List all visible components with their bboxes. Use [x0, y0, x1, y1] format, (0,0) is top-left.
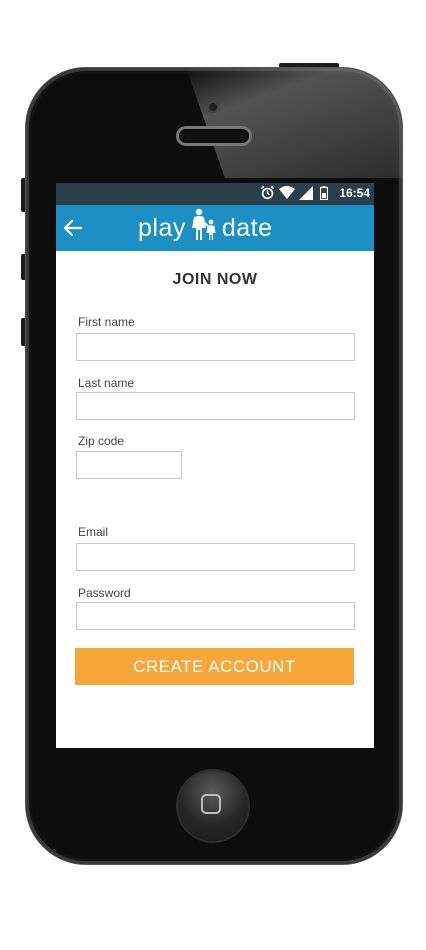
home-button[interactable]	[178, 771, 248, 841]
wifi-icon	[279, 185, 295, 203]
email-field[interactable]	[76, 543, 355, 571]
app-screen: 16:54 play date JOIN NOW First name Last…	[56, 183, 374, 748]
alarm-icon	[260, 185, 275, 203]
zip-code-field[interactable]	[76, 451, 182, 479]
home-square-icon	[201, 794, 221, 814]
create-account-button[interactable]: CREATE ACCOUNT	[75, 648, 354, 685]
first-name-label: First name	[78, 315, 135, 329]
parent-child-icon	[186, 208, 222, 249]
signal-icon	[299, 185, 313, 203]
password-field[interactable]	[76, 602, 355, 630]
status-bar: 16:54	[56, 183, 374, 205]
logo-text-date: date	[221, 213, 273, 242]
status-time: 16:54	[339, 186, 370, 200]
battery-icon	[319, 185, 329, 203]
phone-glare	[186, 68, 402, 178]
page-title: JOIN NOW	[172, 271, 258, 288]
earpiece-speaker	[179, 129, 249, 143]
back-arrow-icon[interactable]	[62, 217, 84, 239]
first-name-field[interactable]	[76, 333, 355, 361]
last-name-label: Last name	[78, 376, 135, 390]
front-camera	[207, 101, 219, 113]
app-bar: play date	[56, 205, 374, 251]
app-logo: play date	[138, 208, 273, 245]
zip-code-label: Zip code	[78, 434, 125, 448]
last-name-field[interactable]	[76, 392, 355, 420]
password-label: Password	[78, 586, 131, 600]
email-label: Email	[78, 525, 109, 539]
logo-text-play: play	[138, 213, 186, 242]
